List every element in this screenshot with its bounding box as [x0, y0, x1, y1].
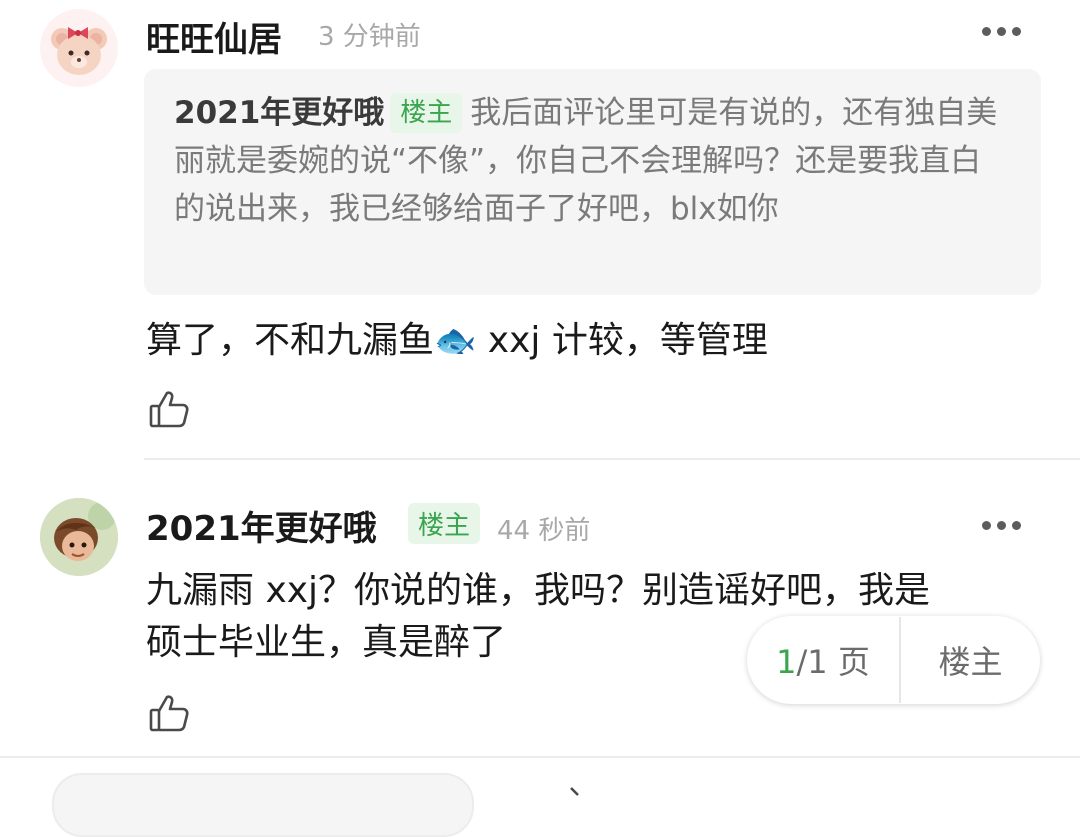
comment-username[interactable]: 2021年更好哦 — [146, 501, 377, 550]
owner-badge: 楼主 — [408, 503, 481, 544]
comment-timestamp: 44 秒前 — [497, 516, 591, 546]
comment-text-part: 算了，不和九漏鱼 — [146, 320, 435, 361]
comment-text-line: 九漏雨 xxj？你说的谁，我吗？别造谣好吧，我是 — [146, 570, 931, 611]
comment-timestamp: 3 分钟前 — [318, 22, 421, 52]
more-options-icon[interactable] — [982, 27, 1022, 37]
divider — [0, 756, 1080, 758]
quoted-reply[interactable]: 2021年更好哦 楼主 我后面评论里可是有说的，还有独自美丽就是委婉的说“不像”，你… — [144, 69, 1041, 295]
owner-only-button[interactable]: 楼主 — [901, 637, 1040, 683]
like-icon[interactable] — [148, 693, 190, 735]
fish-emoji-icon: 🐟 — [434, 321, 477, 361]
more-options-icon[interactable] — [982, 521, 1022, 531]
total-pages: /1 页 — [796, 643, 870, 681]
comment-item: 旺旺仙居 3 分钟前 2021年更好哦 楼主 我后面评论里可是有说的，还有独自美丽就… — [0, 0, 1080, 460]
avatar[interactable] — [40, 498, 118, 576]
comment-text-part: xxj 计较，等管理 — [476, 320, 768, 361]
comment-text: 算了，不和九漏鱼🐟 xxj 计较，等管理 — [146, 316, 768, 366]
comment-username[interactable]: 旺旺仙居 — [146, 12, 282, 61]
like-icon[interactable] — [148, 389, 190, 431]
comment-item: 2021年更好哦 楼主 44 秒前 九漏雨 xxj？你说的谁，我吗？别造谣好吧，… — [0, 460, 1080, 760]
page-navigator: 1/1 页 楼主 — [747, 616, 1040, 704]
page-indicator-button[interactable]: 1/1 页 — [747, 637, 899, 683]
avatar[interactable] — [40, 9, 118, 87]
current-page: 1 — [776, 643, 797, 681]
owner-badge: 楼主 — [390, 93, 463, 133]
share-icon[interactable] — [556, 786, 586, 816]
quoted-username: 2021年更好哦 — [174, 95, 385, 131]
reply-input[interactable] — [52, 773, 474, 837]
